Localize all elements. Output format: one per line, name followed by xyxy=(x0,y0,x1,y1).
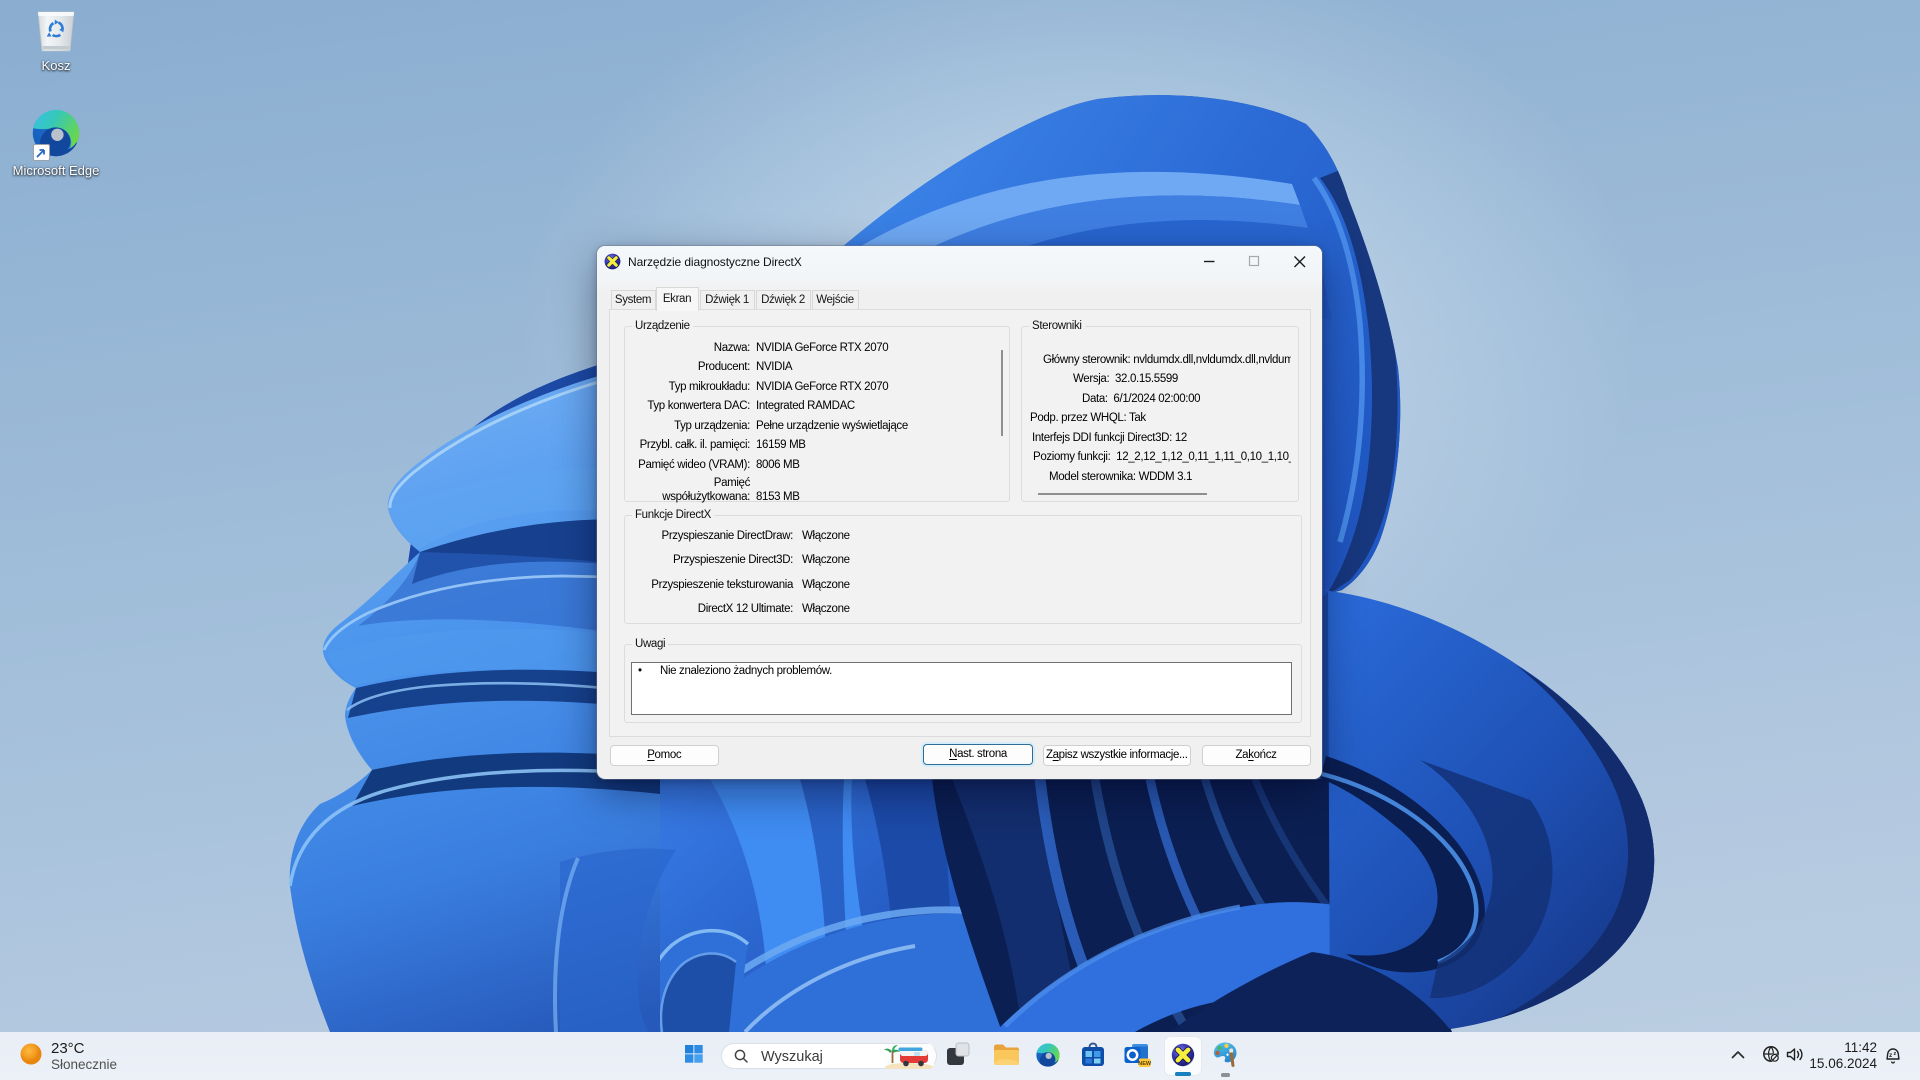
svg-text:NEW: NEW xyxy=(1138,1061,1151,1067)
svg-text:z: z xyxy=(1894,1051,1897,1057)
svg-text:z: z xyxy=(1889,1052,1893,1059)
